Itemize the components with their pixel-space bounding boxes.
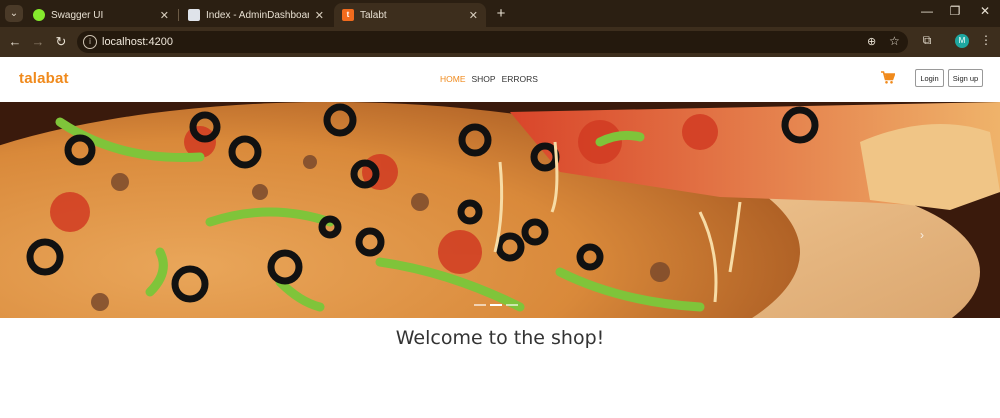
back-arrow-icon[interactable]: ← <box>6 33 24 51</box>
tab-swagger-ui[interactable]: Swagger UI ✕ <box>25 3 177 27</box>
tab-title: Swagger UI <box>51 9 104 21</box>
close-tab-icon[interactable]: ✕ <box>315 9 324 22</box>
swagger-favicon-icon <box>33 9 45 21</box>
login-button[interactable]: Login <box>915 69 944 87</box>
site-navbar: talabat HOME SHOP ERRORS Login Sign up <box>0 57 1000 102</box>
carousel-indicator[interactable] <box>506 304 518 306</box>
bookmark-star-icon[interactable]: ☆ <box>889 34 900 48</box>
address-bar[interactable]: i localhost:4200 ⊕ ☆ <box>77 31 908 53</box>
hero-carousel: › <box>0 102 1000 318</box>
tab-search-button[interactable]: ⌄ <box>5 5 23 22</box>
profile-avatar[interactable]: M <box>955 34 969 48</box>
browser-menu-icon[interactable]: ⋮ <box>977 33 995 47</box>
extensions-icon[interactable]: ⧉ <box>918 33 936 48</box>
url-text[interactable]: localhost:4200 <box>102 36 173 48</box>
tab-admin-dashboard[interactable]: Index - AdminDashboard ✕ <box>180 3 332 27</box>
nav-errors-link[interactable]: ERRORS <box>502 74 538 84</box>
zoom-icon[interactable]: ⊕ <box>867 35 876 48</box>
tab-title: Index - AdminDashboard <box>206 9 309 21</box>
site-info-icon[interactable]: i <box>83 35 97 49</box>
tab-title: Talabt <box>360 9 387 21</box>
cart-icon[interactable] <box>881 71 896 89</box>
welcome-heading: Welcome to the shop! <box>395 327 605 349</box>
browser-tab-strip: ⌄ Swagger UI ✕ Index - AdminDashboard ✕ … <box>0 0 1000 27</box>
close-window-icon[interactable]: ✕ <box>975 4 995 18</box>
nav-links: HOME SHOP ERRORS <box>440 74 538 84</box>
carousel-indicator-active[interactable] <box>490 304 502 306</box>
close-tab-icon[interactable]: ✕ <box>469 9 478 22</box>
nav-home-link[interactable]: HOME <box>440 74 466 84</box>
tab-talabt[interactable]: t Talabt ✕ <box>334 3 486 27</box>
close-tab-icon[interactable]: ✕ <box>160 9 169 22</box>
restore-icon[interactable]: ❐ <box>945 4 965 18</box>
browser-toolbar: ← → ↻ i localhost:4200 ⊕ ☆ ⧉ ⋮ <box>0 27 1000 57</box>
talabat-favicon-icon: t <box>342 9 354 21</box>
signup-button[interactable]: Sign up <box>948 69 983 87</box>
brand-logo[interactable]: talabat <box>19 70 69 87</box>
carousel-next-icon[interactable]: › <box>920 228 924 242</box>
minimize-icon[interactable]: — <box>917 4 937 18</box>
document-favicon-icon <box>188 9 200 21</box>
pizza-image <box>0 102 1000 318</box>
carousel-indicator[interactable] <box>474 304 486 306</box>
new-tab-button[interactable]: + <box>493 5 509 22</box>
nav-shop-link[interactable]: SHOP <box>472 74 496 84</box>
reload-icon[interactable]: ↻ <box>52 33 70 51</box>
web-page: talabat HOME SHOP ERRORS Login Sign up ›… <box>0 57 1000 418</box>
forward-arrow-icon[interactable]: → <box>29 33 47 51</box>
